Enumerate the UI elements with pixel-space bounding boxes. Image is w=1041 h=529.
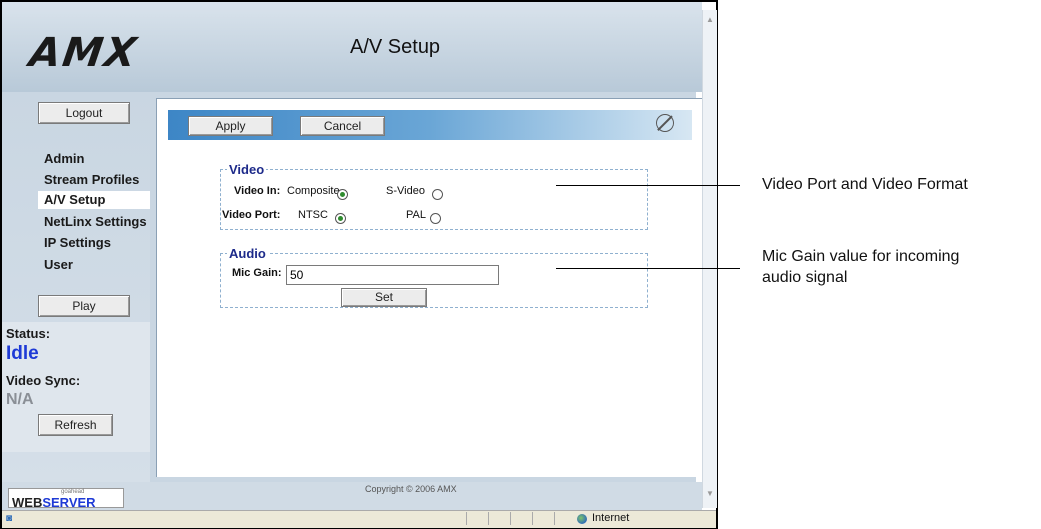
status-label: Status: [6,326,51,341]
status-value: Idle [6,343,39,364]
sidebar-item-netlinx-settings[interactable]: NetLinx Settings [44,214,147,229]
audio-callout-text-line1: Mic Gain value for incoming [762,248,960,265]
video-legend: Video [229,162,265,177]
video-callout-text: Video Port and Video Format [762,176,968,193]
statusbar-divider [554,512,555,525]
statusbar-divider [510,512,511,525]
audio-legend: Audio [229,246,266,261]
sidebar-item-av-setup[interactable]: A/V Setup [38,191,156,209]
video-in-composite-label: Composite [287,185,340,197]
set-button[interactable]: Set [341,288,427,307]
logout-button[interactable]: Logout [38,102,130,124]
vertical-scrollbar[interactable]: ▲ ▼ [702,10,717,508]
scroll-down-icon[interactable]: ▼ [704,488,716,500]
webserver-prefix: WEB [12,495,43,510]
composite-radio[interactable] [337,189,348,200]
video-port-label: Video Port: [222,209,281,221]
ntsc-radio[interactable] [335,213,346,224]
page-title: A/V Setup [350,36,441,58]
play-button[interactable]: Play [38,295,130,317]
sidebar-item-stream-profiles[interactable]: Stream Profiles [44,172,139,187]
webserver-brand: WEBSERVER [12,495,96,510]
video-in-label: Video In: [234,185,281,197]
pal-radio[interactable] [430,213,441,224]
sidebar-item-user[interactable]: User [44,257,73,272]
mic-gain-input[interactable]: 50 [286,265,499,285]
svideo-radio[interactable] [432,189,443,200]
no-sign-icon [656,114,674,132]
apply-button[interactable]: Apply [188,116,273,136]
sidebar-item-ip-settings[interactable]: IP Settings [44,235,111,250]
internet-zone-icon [577,514,587,524]
statusbar-divider [532,512,533,525]
cancel-button[interactable]: Cancel [300,116,385,136]
video-callout-line [556,185,740,186]
webserver-suffix: SERVER [42,495,96,510]
video-port-ntsc-label: NTSC [298,209,328,221]
refresh-button[interactable]: Refresh [38,414,113,436]
scroll-up-icon[interactable]: ▲ [704,14,716,26]
page-icon: ◙ [6,513,13,524]
video-sync-value: N/A [6,391,34,408]
mic-gain-label: Mic Gain: [232,267,282,279]
audio-callout-text-line2: audio signal [762,269,848,286]
webserver-logo: goahead WEBSERVER [8,488,124,510]
amx-logo: AMX [26,30,141,76]
video-sync-label: Video Sync: [6,373,81,388]
statusbar-divider [488,512,489,525]
copyright-text: Copyright © 2006 AMX [365,484,457,494]
sidebar-item-admin[interactable]: Admin [44,151,84,166]
audio-callout-line [556,268,740,269]
statusbar-divider [466,512,467,525]
security-zone-label: Internet [592,512,630,524]
video-in-svideo-label: S-Video [386,185,425,197]
video-port-pal-label: PAL [406,209,426,221]
